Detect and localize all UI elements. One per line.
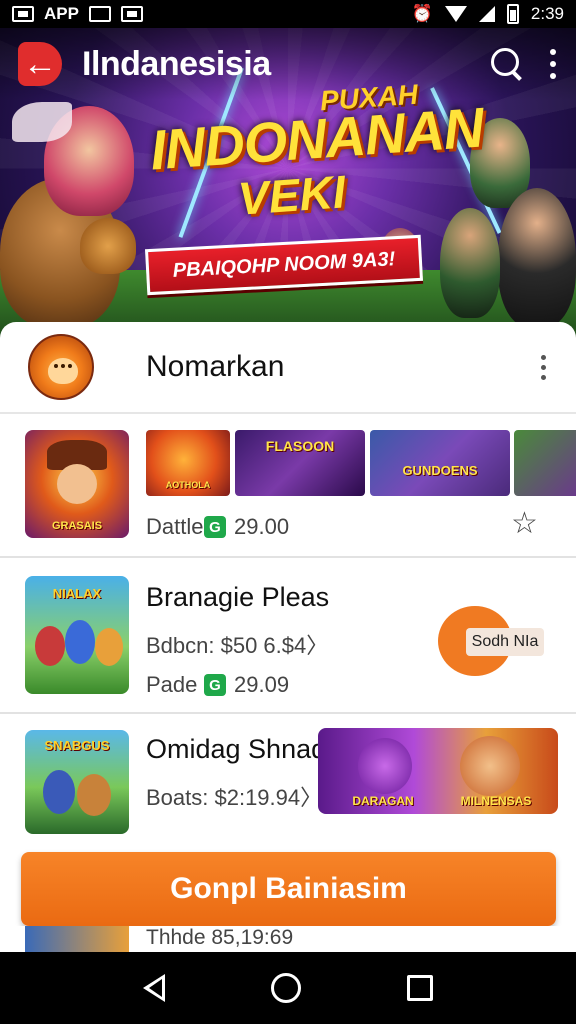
guitar-shape	[80, 218, 136, 274]
price-value: 29.09	[234, 672, 290, 697]
app-thumbnail[interactable]: GRASAIS	[25, 430, 129, 538]
thumbnail-label: GRASAIS	[51, 520, 103, 532]
character-shape	[77, 774, 111, 816]
screenshot-background	[514, 430, 576, 496]
primary-cta-button[interactable]: Gonpl Bainiasim	[21, 852, 556, 926]
price-badge-icon: G	[204, 516, 226, 538]
app-thumbnail[interactable]	[25, 926, 129, 952]
promo-card[interactable]: DARAGAN MILNENSAS	[318, 728, 558, 814]
list-item[interactable]: NIALAX Branagie Pleas Bdbcn: $50 6.$4〉 P…	[0, 558, 576, 714]
screenshot-label: AOTHOLA	[165, 480, 211, 490]
profile-name: Nomarkan	[146, 350, 285, 383]
hero-title-line2: VEKI	[236, 165, 348, 225]
item-sub-label: Dattle	[146, 514, 204, 539]
back-arrow-icon[interactable]: ←	[18, 42, 62, 86]
app-thumbnail[interactable]: NIALAX	[25, 576, 129, 694]
screenshot-thumb[interactable]: GUNDOENS	[370, 430, 510, 496]
peek-text: Thhde 85,19:69	[146, 926, 294, 949]
price-value: 29.00	[234, 514, 290, 539]
app-bar: ← Ilndanesisia	[0, 28, 576, 100]
character-shape	[43, 770, 75, 814]
character-shape	[65, 620, 95, 664]
thumbnail-label: SNABGUS	[44, 738, 110, 753]
app-title: Ilndanesisia	[82, 44, 271, 83]
system-nav-bar	[0, 952, 576, 1024]
battery-icon	[506, 4, 519, 24]
app-thumbnail[interactable]: SNABGUS	[25, 730, 129, 834]
price: G 29.09	[204, 672, 289, 698]
signal-icon	[478, 6, 495, 22]
star-outline-icon[interactable]: ☆	[511, 506, 538, 541]
nav-recent-apps-icon[interactable]	[407, 975, 433, 1001]
message-icon	[120, 6, 143, 22]
screenshot-thumb[interactable]	[514, 430, 576, 496]
item-title: Branagie Pleas	[146, 582, 330, 612]
install-button[interactable]: Sodh NIa	[466, 628, 544, 656]
list-item[interactable]: SNABGUS Omidag Shnad Boats: $2:19.94〉 DA…	[0, 714, 576, 834]
character-shape	[35, 626, 65, 666]
notification-box-icon	[12, 6, 34, 22]
character-shape	[95, 628, 123, 666]
hero-banner[interactable]: ← Ilndanesisia PUXAH INDONANAN VEKI PBAI…	[0, 28, 576, 340]
item-title: Omidag Shnad	[146, 734, 327, 764]
thumbnail-label: NIALAX	[52, 586, 102, 601]
promo-label: DARAGAN	[352, 794, 414, 808]
price-badge-icon: G	[204, 674, 226, 696]
status-app-label: APP	[44, 4, 79, 23]
more-vert-icon[interactable]	[538, 354, 548, 380]
nav-home-icon[interactable]	[271, 973, 301, 1003]
promo-label: MILNENSAS	[460, 794, 532, 808]
screenshot-thumb[interactable]: FLASOON	[235, 430, 365, 496]
face-shape	[57, 464, 97, 504]
dark-armor-character	[498, 188, 576, 328]
nav-back-icon[interactable]	[143, 974, 165, 1002]
thumbnail-background	[25, 926, 129, 952]
peek-row: Thhde 85,19:69	[0, 926, 576, 952]
screenshot-label: GUNDOENS	[402, 463, 478, 478]
screenshot-label: FLASOON	[265, 438, 335, 454]
item-sub-label: Bdbcn: $50 6.$4〉	[146, 633, 329, 658]
price: G 29.00	[204, 514, 289, 540]
status-bar: APP ⏰ 2:39	[0, 0, 576, 28]
fox-shape	[460, 736, 520, 796]
wing-shape	[12, 102, 72, 142]
list-item[interactable]: GRASAIS AOTHOLA FLASOON GUNDOENS Dattle …	[0, 414, 576, 558]
item-sub-label: Boats: $2:19.94〉	[146, 785, 323, 810]
more-vert-icon[interactable]	[548, 49, 558, 79]
monster-shape	[358, 738, 412, 794]
alarm-icon: ⏰	[411, 4, 433, 23]
photo-icon	[88, 6, 111, 22]
search-icon[interactable]	[488, 45, 526, 83]
soldier-character	[440, 208, 500, 318]
item-price-label: Pade	[146, 672, 198, 697]
avatar[interactable]	[28, 334, 94, 400]
screenshot-thumb[interactable]: AOTHOLA	[146, 430, 230, 496]
profile-header: Nomarkan	[0, 322, 576, 414]
status-time: 2:39	[530, 4, 564, 23]
wifi-icon	[444, 6, 467, 22]
